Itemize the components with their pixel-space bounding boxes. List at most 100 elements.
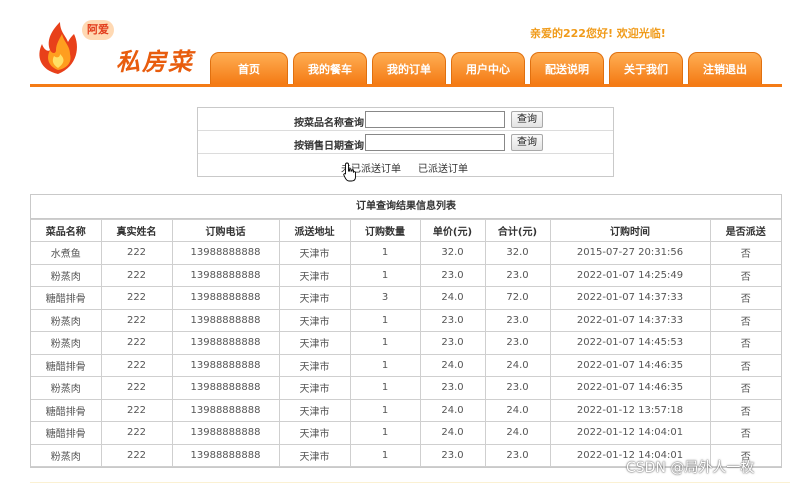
table-cell: 否 — [709, 421, 781, 445]
table-cell: 粉蒸肉 — [31, 331, 102, 355]
nav-about-us[interactable]: 关于我们 — [609, 52, 683, 84]
table-cell: 2022-01-07 14:25:49 — [549, 263, 711, 287]
search-by-name-button[interactable]: 查询 — [511, 111, 543, 128]
order-filter-row: 未已派送订单 已派送订单 — [198, 154, 613, 177]
table-cell: 天津市 — [278, 353, 351, 377]
table-cell: 否 — [709, 241, 781, 265]
table-cell: 13988888888 — [171, 286, 280, 310]
table-cell: 13988888888 — [171, 263, 280, 287]
sale-date-input[interactable] — [365, 134, 505, 151]
table-cell: 13988888888 — [171, 353, 280, 377]
table-cell: 粉蒸肉 — [31, 308, 102, 332]
nav-user-center[interactable]: 用户中心 — [451, 52, 525, 84]
table-cell: 2022-01-12 14:04:01 — [549, 421, 711, 445]
table-cell: 222 — [100, 331, 173, 355]
nav-home[interactable]: 首页 — [210, 52, 288, 84]
table-cell: 否 — [709, 376, 781, 400]
nav-delivery-info[interactable]: 配送说明 — [530, 52, 604, 84]
table-cell: 1 — [349, 331, 421, 355]
site-header: 阿爱 私房菜 亲爱的222您好! 欢迎光临! 首页 我的餐车 我的订单 用户中心… — [0, 0, 808, 88]
footer-divider — [30, 482, 790, 483]
table-cell: 否 — [709, 353, 781, 377]
table-cell: 222 — [100, 353, 173, 377]
table-cell: 2022-01-12 13:57:18 — [549, 398, 711, 422]
flame-logo-icon — [39, 22, 77, 74]
table-row: 粉蒸肉 222 13988888888 天津市 1 23.0 23.0 2022-01-07 … — [31, 331, 781, 355]
logo-brand-text: 私房菜 — [116, 47, 194, 76]
table-cell: 24.0 — [484, 421, 551, 445]
table-cell: 23.0 — [419, 308, 486, 332]
table-cell: 222 — [100, 308, 173, 332]
table-cell: 2022-01-07 14:37:33 — [549, 286, 711, 310]
dish-name-input[interactable] — [365, 111, 505, 128]
table-cell: 糖醋排骨 — [31, 286, 102, 310]
header-divider — [30, 84, 782, 87]
table-cell: 23.0 — [419, 376, 486, 400]
table-cell: 23.0 — [419, 443, 486, 467]
col-total: 合计(元) — [484, 219, 551, 242]
table-cell: 24.0 — [419, 421, 486, 445]
table-cell: 13988888888 — [171, 421, 280, 445]
table-cell: 2015-07-27 20:31:56 — [549, 241, 711, 265]
table-cell: 13988888888 — [171, 331, 280, 355]
table-cell: 糖醋排骨 — [31, 353, 102, 377]
table-cell: 222 — [100, 443, 173, 467]
table-cell: 13988888888 — [171, 398, 280, 422]
csdn-watermark: CSDN @局外人一枚 — [626, 460, 755, 476]
table-cell: 13988888888 — [171, 376, 280, 400]
table-cell: 1 — [349, 241, 421, 265]
table-cell: 天津市 — [278, 376, 351, 400]
search-by-name-row: 按菜品名称查询 查询 — [198, 108, 613, 131]
table-cell: 水煮鱼 — [31, 241, 102, 265]
table-cell: 天津市 — [278, 398, 351, 422]
table-row: 水煮鱼 222 13988888888 天津市 1 32.0 32.0 2015-07-27 … — [31, 241, 781, 265]
nav-logout[interactable]: 注销退出 — [688, 52, 762, 84]
table-cell: 32.0 — [419, 241, 486, 265]
search-by-date-button[interactable]: 查询 — [511, 134, 543, 151]
table-cell: 否 — [709, 398, 781, 422]
site-logo[interactable]: 阿爱 私房菜 — [34, 16, 204, 80]
col-unit-price: 单价(元) — [419, 219, 486, 242]
table-cell: 23.0 — [484, 308, 551, 332]
col-address: 派送地址 — [278, 219, 351, 242]
table-cell: 1 — [349, 443, 421, 467]
table-cell: 1 — [349, 421, 421, 445]
table-cell: 2022-01-07 14:46:35 — [549, 353, 711, 377]
table-cell: 粉蒸肉 — [31, 263, 102, 287]
order-search-panel: 按菜品名称查询 查询 按销售日期查询 查询 未已派送订单 已派送订单 — [197, 107, 614, 177]
table-cell: 1 — [349, 263, 421, 287]
hand-cursor-icon — [343, 162, 356, 182]
table-header-row: 菜品名称 真实姓名 订购电话 派送地址 订购数量 单价(元) 合计(元) 订购时… — [31, 219, 781, 242]
table-cell: 1 — [349, 353, 421, 377]
table-cell: 23.0 — [484, 443, 551, 467]
table-cell: 天津市 — [278, 241, 351, 265]
table-cell: 2022-01-07 14:46:35 — [549, 376, 711, 400]
table-row: 粉蒸肉 222 13988888888 天津市 1 23.0 23.0 2022-01-07 … — [31, 263, 781, 287]
table-cell: 32.0 — [484, 241, 551, 265]
delivered-orders-link[interactable]: 已派送订单 — [418, 160, 468, 175]
table-cell: 2022-01-07 14:45:53 — [549, 331, 711, 355]
col-quantity: 订购数量 — [349, 219, 421, 242]
table-cell: 1 — [349, 308, 421, 332]
nav-my-orders[interactable]: 我的订单 — [372, 52, 446, 84]
table-cell: 222 — [100, 398, 173, 422]
table-cell: 糖醋排骨 — [31, 398, 102, 422]
table-cell: 天津市 — [278, 308, 351, 332]
table-cell: 3 — [349, 286, 421, 310]
table-cell: 糖醋排骨 — [31, 421, 102, 445]
table-cell: 222 — [100, 241, 173, 265]
table-cell: 72.0 — [484, 286, 551, 310]
search-by-date-label: 按销售日期查询 — [294, 141, 364, 152]
table-cell: 24.0 — [419, 286, 486, 310]
table-cell: 13988888888 — [171, 308, 280, 332]
nav-my-cart[interactable]: 我的餐车 — [293, 52, 367, 84]
table-cell: 24.0 — [484, 353, 551, 377]
table-row: 糖醋排骨 222 13988888888 天津市 1 24.0 24.0 2022-01-12… — [31, 421, 781, 445]
table-cell: 13988888888 — [171, 241, 280, 265]
table-cell: 23.0 — [484, 331, 551, 355]
col-phone: 订购电话 — [171, 219, 280, 242]
table-cell: 13988888888 — [171, 443, 280, 467]
order-results-title: 订单查询结果信息列表 — [31, 195, 781, 219]
table-cell: 222 — [100, 263, 173, 287]
table-cell: 23.0 — [419, 263, 486, 287]
